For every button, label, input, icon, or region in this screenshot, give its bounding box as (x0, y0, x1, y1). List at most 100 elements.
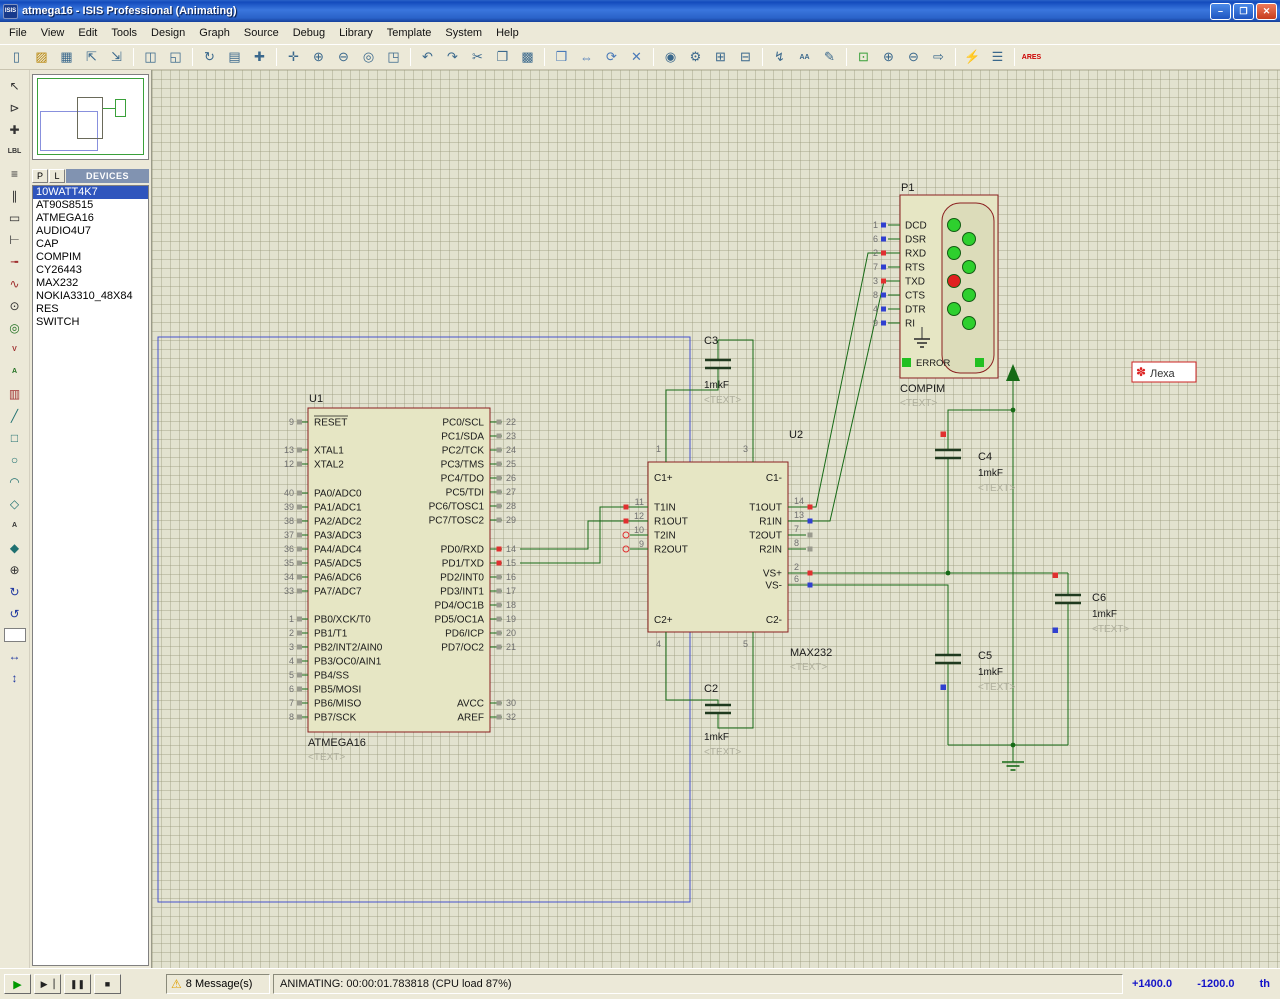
menu-library[interactable]: Library (332, 24, 380, 42)
device-list-item[interactable]: AUDIO4U7 (33, 225, 148, 238)
pick-device-icon[interactable]: ◉ (659, 47, 682, 67)
toggle-grid-icon[interactable]: ▤ (223, 47, 246, 67)
cut-icon[interactable]: ✂ (466, 47, 489, 67)
mirror-horizontal-icon[interactable]: ↔ (3, 645, 27, 666)
decompose-icon[interactable]: ⊟ (734, 47, 757, 67)
new-sheet-icon[interactable]: ⊕ (877, 47, 900, 67)
overview-minimap[interactable] (32, 74, 149, 160)
search-tag-icon[interactable]: AA (793, 47, 816, 67)
bus-mode-icon[interactable]: ∥ (3, 185, 27, 206)
device-pin-mode-icon[interactable]: ╼ (3, 251, 27, 272)
netlist-to-ares-icon[interactable]: ARES (1020, 47, 1043, 67)
rotate-ccw-icon[interactable]: ↺ (3, 603, 27, 624)
block-delete-icon[interactable]: ✕ (625, 47, 648, 67)
wire[interactable] (948, 410, 1013, 450)
block-move-icon[interactable]: ⇔ (575, 47, 598, 67)
menu-help[interactable]: Help (489, 24, 526, 42)
device-list-item[interactable]: MAX232 (33, 277, 148, 290)
make-device-icon[interactable]: ⚙ (684, 47, 707, 67)
redraw-icon[interactable]: ↻ (198, 47, 221, 67)
remove-sheet-icon[interactable]: ⊖ (902, 47, 925, 67)
menu-tools[interactable]: Tools (104, 24, 144, 42)
stop-button[interactable]: ■ (94, 974, 121, 994)
play-button[interactable]: ▶ (4, 974, 31, 994)
false-origin-icon[interactable]: ✚ (248, 47, 271, 67)
line-tool-icon[interactable]: ╱ (3, 405, 27, 426)
mark-output-area-icon[interactable]: ◱ (164, 47, 187, 67)
zoom-in-icon[interactable]: ⊕ (307, 47, 330, 67)
minimize-button[interactable]: – (1210, 3, 1231, 20)
power-terminal-icon[interactable] (1006, 364, 1020, 381)
zoom-all-icon[interactable]: ◎ (357, 47, 380, 67)
text-script-mode-icon[interactable]: ≡ (3, 163, 27, 184)
block-copy-icon[interactable]: ❒ (550, 47, 573, 67)
wire[interactable] (718, 340, 753, 443)
device-list-item[interactable]: CY26443 (33, 264, 148, 277)
pan-icon[interactable]: ✛ (282, 47, 305, 67)
arc-tool-icon[interactable]: ◠ (3, 471, 27, 492)
graph-mode-icon[interactable]: ∿ (3, 273, 27, 294)
wire[interactable] (806, 585, 948, 655)
netlist-compiler-icon[interactable]: ☰ (986, 47, 1009, 67)
junction-dot-mode-icon[interactable]: ✚ (3, 119, 27, 140)
menu-source[interactable]: Source (237, 24, 286, 42)
import-section-icon[interactable]: ⇱ (80, 47, 103, 67)
text-tool-icon[interactable]: A (3, 515, 27, 536)
design-explorer-icon[interactable]: ⊡ (852, 47, 875, 67)
mirror-vertical-icon[interactable]: ↕ (3, 667, 27, 688)
marker-tool-icon[interactable]: ⊕ (3, 559, 27, 580)
wire-label-mode-icon[interactable]: LBL (3, 141, 27, 162)
save-design-icon[interactable]: ▦ (55, 47, 78, 67)
wire[interactable] (666, 650, 718, 705)
device-list-item[interactable]: 10WATT4K7 (33, 186, 148, 199)
wire-autorouter-icon[interactable]: ↯ (768, 47, 791, 67)
message-panel[interactable]: ⚠ 8 Message(s) (166, 974, 270, 994)
pause-button[interactable]: ❚❚ (64, 974, 91, 994)
menu-design[interactable]: Design (144, 24, 192, 42)
copy-icon[interactable]: ❐ (491, 47, 514, 67)
library-button[interactable]: L (49, 169, 65, 183)
path-tool-icon[interactable]: ◇ (3, 493, 27, 514)
electrical-rule-check-icon[interactable]: ⚡ (961, 47, 984, 67)
generator-mode-icon[interactable]: ◎ (3, 317, 27, 338)
device-list-item[interactable]: NOKIA3310_48X84 (33, 290, 148, 303)
redo-icon[interactable]: ↷ (441, 47, 464, 67)
print-design-icon[interactable]: ◫ (139, 47, 162, 67)
menu-template[interactable]: Template (380, 24, 439, 42)
menu-file[interactable]: File (2, 24, 34, 42)
virtual-instruments-mode-icon[interactable]: ▥ (3, 383, 27, 404)
device-list-item[interactable]: COMPIM (33, 251, 148, 264)
menu-debug[interactable]: Debug (286, 24, 332, 42)
selection-mode-icon[interactable]: ↖ (3, 75, 27, 96)
subcircuit-mode-icon[interactable]: ▭ (3, 207, 27, 228)
block-rotate-icon[interactable]: ⟳ (600, 47, 623, 67)
new-design-icon[interactable]: ▯ (5, 47, 28, 67)
export-section-icon[interactable]: ⇲ (105, 47, 128, 67)
pick-devices-button[interactable]: P (32, 169, 48, 183)
step-button[interactable]: ▶▕ (34, 974, 61, 994)
menu-graph[interactable]: Graph (192, 24, 237, 42)
device-list-item[interactable]: RES (33, 303, 148, 316)
close-button[interactable]: ✕ (1256, 3, 1277, 20)
open-design-icon[interactable]: ▨ (30, 47, 53, 67)
terminal-mode-icon[interactable]: ⊢ (3, 229, 27, 250)
menu-view[interactable]: View (34, 24, 72, 42)
property-assignment-icon[interactable]: ✎ (818, 47, 841, 67)
circle-tool-icon[interactable]: ○ (3, 449, 27, 470)
restore-button[interactable]: ❐ (1233, 3, 1254, 20)
paste-icon[interactable]: ▩ (516, 47, 539, 67)
wire[interactable] (806, 281, 888, 521)
zoom-out-icon[interactable]: ⊖ (332, 47, 355, 67)
packaging-tool-icon[interactable]: ⊞ (709, 47, 732, 67)
menu-edit[interactable]: Edit (71, 24, 104, 42)
device-list-item[interactable]: AT90S8515 (33, 199, 148, 212)
wire[interactable] (520, 507, 630, 563)
device-list-item[interactable]: CAP (33, 238, 148, 251)
component-mode-icon[interactable]: ⊳ (3, 97, 27, 118)
voltage-probe-mode-icon[interactable]: V (3, 339, 27, 360)
wire[interactable] (520, 521, 630, 549)
tape-recorder-mode-icon[interactable]: ⊙ (3, 295, 27, 316)
device-list-item[interactable]: SWITCH (33, 316, 148, 329)
menu-system[interactable]: System (438, 24, 489, 42)
symbol-tool-icon[interactable]: ◆ (3, 537, 27, 558)
